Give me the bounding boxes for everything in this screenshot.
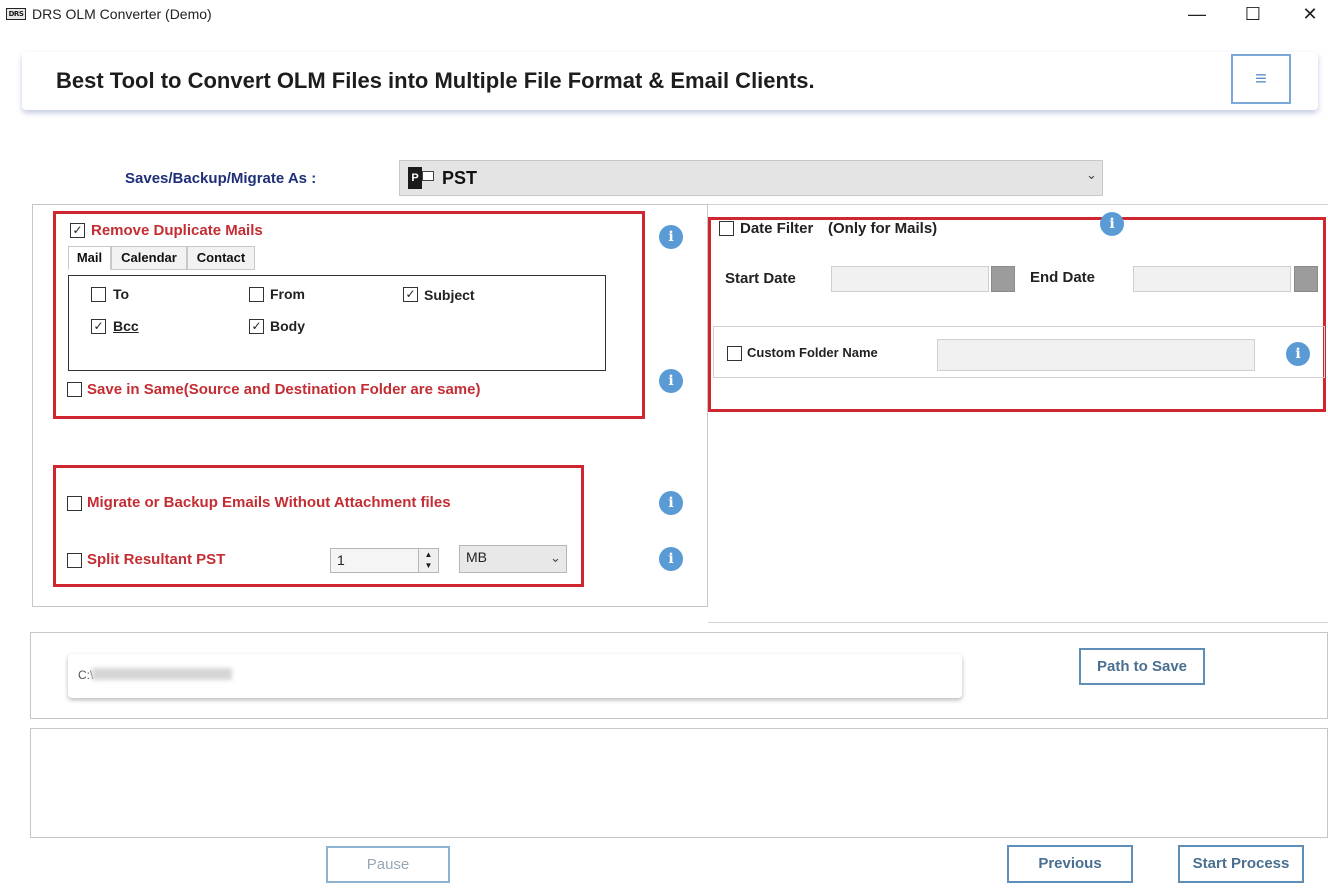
tab-calendar[interactable]: Calendar xyxy=(111,246,187,270)
start-date-label: Start Date xyxy=(725,270,796,287)
info-icon[interactable]: i xyxy=(1286,342,1310,366)
chevron-down-icon: ⌄ xyxy=(550,550,561,565)
minimize-button[interactable]: — xyxy=(1180,2,1214,28)
subject-checkbox[interactable]: ✓ xyxy=(403,287,418,302)
chevron-down-icon: ⌄ xyxy=(1086,167,1097,182)
subject-label: Subject xyxy=(424,287,475,303)
output-format-label: Saves/Backup/Migrate As : xyxy=(125,170,317,187)
date-filter-note: (Only for Mails) xyxy=(828,220,938,237)
end-date-label: End Date xyxy=(1030,269,1096,286)
output-format-value: PST xyxy=(442,168,478,188)
remove-duplicates-label: Remove Duplicate Mails xyxy=(91,222,263,239)
split-pst-label: Split Resultant PST xyxy=(87,551,226,568)
start-date-picker-button[interactable] xyxy=(991,266,1015,292)
pause-button[interactable]: Pause xyxy=(326,846,450,883)
app-logo: DRS xyxy=(6,8,26,20)
info-icon[interactable]: i xyxy=(659,547,683,571)
info-icon[interactable]: i xyxy=(659,369,683,393)
tab-mail[interactable]: Mail xyxy=(68,246,111,270)
end-date-field[interactable] xyxy=(1133,266,1291,292)
output-format-select[interactable]: P PST ⌄ xyxy=(399,160,1103,196)
path-to-save-button[interactable]: Path to Save xyxy=(1079,648,1205,685)
split-unit-value: MB xyxy=(466,549,487,565)
save-in-same-checkbox[interactable] xyxy=(67,382,82,397)
previous-button[interactable]: Previous xyxy=(1007,845,1133,883)
start-process-button[interactable]: Start Process xyxy=(1178,845,1304,883)
end-date-picker-button[interactable] xyxy=(1294,266,1318,292)
date-filter-label: Date Filter xyxy=(740,220,814,237)
remove-duplicates-checkbox[interactable]: ✓ xyxy=(70,223,85,238)
redacted-path-segment xyxy=(92,668,232,680)
hamburger-menu-icon: ≡ xyxy=(1255,68,1267,90)
without-attachments-label: Migrate or Backup Emails Without Attachm… xyxy=(87,494,451,511)
save-in-same-label: Save in Same(Source and Destination Fold… xyxy=(87,381,481,398)
hamburger-menu-button[interactable]: ≡ xyxy=(1231,54,1291,104)
split-size-value: 1 xyxy=(337,552,345,568)
maximize-button[interactable]: ☐ xyxy=(1236,2,1270,28)
info-icon[interactable]: i xyxy=(659,491,683,515)
stepper-arrows[interactable]: ▲ ▼ xyxy=(418,549,438,572)
envelope-icon xyxy=(422,171,434,181)
body-checkbox[interactable]: ✓ xyxy=(249,319,264,334)
from-label: From xyxy=(270,286,305,302)
split-unit-select[interactable]: MB ⌄ xyxy=(459,545,567,573)
banner-headline: Best Tool to Convert OLM Files into Mult… xyxy=(56,68,815,93)
tab-contact[interactable]: Contact xyxy=(187,246,255,270)
from-checkbox[interactable] xyxy=(249,287,264,302)
outlook-pst-icon: P xyxy=(408,167,422,189)
date-filter-checkbox[interactable] xyxy=(719,221,734,236)
split-size-stepper[interactable]: 1 ▲ ▼ xyxy=(330,548,439,573)
custom-folder-checkbox[interactable] xyxy=(727,346,742,361)
to-checkbox[interactable] xyxy=(91,287,106,302)
progress-log-panel xyxy=(30,728,1328,838)
info-icon[interactable]: i xyxy=(659,225,683,249)
custom-folder-input[interactable] xyxy=(937,339,1255,371)
bcc-checkbox[interactable]: ✓ xyxy=(91,319,106,334)
without-attachments-checkbox[interactable] xyxy=(67,496,82,511)
body-label: Body xyxy=(270,318,305,334)
mail-duplicate-fields: To From ✓ Subject ✓ Bcc ✓ Body xyxy=(68,275,606,371)
filter-options-highlight xyxy=(708,217,1326,412)
bcc-label: Bcc xyxy=(113,318,139,334)
custom-folder-label: Custom Folder Name xyxy=(747,345,878,360)
stepper-up-icon[interactable]: ▲ xyxy=(419,549,438,560)
info-icon[interactable]: i xyxy=(1100,212,1124,236)
stepper-down-icon[interactable]: ▼ xyxy=(419,560,438,571)
close-button[interactable]: ✕ xyxy=(1293,2,1327,28)
header-banner: Best Tool to Convert OLM Files into Mult… xyxy=(22,52,1318,110)
destination-path-field[interactable]: C:\ xyxy=(68,654,962,698)
window-title: DRS OLM Converter (Demo) xyxy=(32,6,212,22)
to-label: To xyxy=(113,286,130,302)
split-pst-checkbox[interactable] xyxy=(67,553,82,568)
start-date-field[interactable] xyxy=(831,266,989,292)
